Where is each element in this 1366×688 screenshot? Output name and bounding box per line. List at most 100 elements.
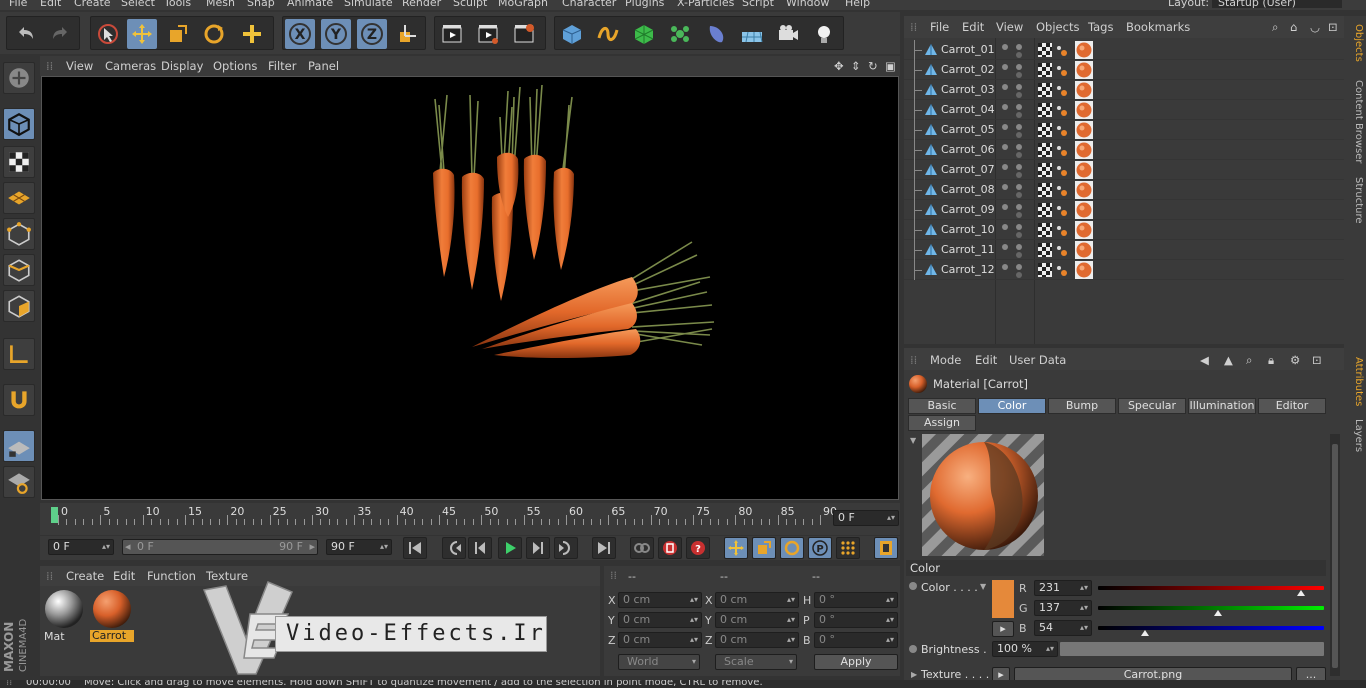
key-scale-icon[interactable] xyxy=(752,537,776,559)
key-rotation-icon[interactable] xyxy=(780,537,804,559)
apply-button[interactable]: Apply xyxy=(814,654,898,670)
timeline-window-icon[interactable] xyxy=(874,537,898,559)
start-frame-field[interactable]: 0 F ▴▾ xyxy=(48,539,114,555)
go-to-end-icon[interactable] xyxy=(592,537,616,559)
phong-tag-icon[interactable] xyxy=(1054,43,1068,57)
menu-sculpt[interactable]: Sculpt xyxy=(453,0,487,9)
viewport-maximize-icon[interactable]: ▣ xyxy=(885,59,896,73)
menu-script[interactable]: Script xyxy=(742,0,774,9)
material-tag-icon[interactable] xyxy=(1075,261,1093,279)
attributes-menu-edit[interactable]: Edit xyxy=(975,353,997,367)
next-frame-icon[interactable] xyxy=(526,537,550,559)
home-icon[interactable]: ⌂ xyxy=(1290,20,1297,34)
axis-mode-icon[interactable] xyxy=(3,338,35,370)
viewport-menu-display[interactable]: Display xyxy=(161,59,203,73)
workplane-mode-icon[interactable] xyxy=(3,182,35,214)
texture-expand-icon[interactable]: ▶ xyxy=(911,670,917,679)
uvw-tag-icon[interactable] xyxy=(1038,43,1052,57)
brightness-animate-dot[interactable] xyxy=(909,645,917,653)
spline-icon[interactable] xyxy=(593,19,623,49)
render-visibility-dot-2[interactable] xyxy=(1016,232,1022,238)
key-parameter-icon[interactable]: P xyxy=(808,537,832,559)
menu-animate[interactable]: Animate xyxy=(287,0,333,9)
render-visibility-dot[interactable] xyxy=(1016,244,1022,250)
objects-menu-tags[interactable]: Tags xyxy=(1088,20,1113,34)
3d-viewport[interactable] xyxy=(41,76,899,500)
coordinate-system-icon[interactable] xyxy=(393,19,423,49)
side-tab-structure[interactable]: Structure xyxy=(1346,172,1364,228)
play-forward-icon[interactable] xyxy=(498,537,522,559)
uvw-tag-icon[interactable] xyxy=(1038,63,1052,77)
phong-tag-icon[interactable] xyxy=(1054,183,1068,197)
model-mode-icon[interactable] xyxy=(3,108,35,140)
layout-select[interactable]: Startup (User) xyxy=(1212,0,1342,9)
menu-plugins[interactable]: Plugins xyxy=(625,0,664,9)
floor-icon[interactable] xyxy=(737,19,767,49)
r-slider-thumb[interactable] xyxy=(1297,590,1305,596)
render-visibility-dot[interactable] xyxy=(1016,64,1022,70)
new-window-icon[interactable]: ⊡ xyxy=(1328,20,1338,34)
lock-icon[interactable]: 🔒︎ xyxy=(1268,353,1274,368)
material-tag-icon[interactable] xyxy=(1075,201,1093,219)
editor-visibility-dot[interactable] xyxy=(1002,244,1008,250)
key-point-level-icon[interactable] xyxy=(836,537,860,559)
menu-window[interactable]: Window xyxy=(786,0,829,9)
menu-create[interactable]: Create xyxy=(74,0,111,9)
menu-help[interactable]: Help xyxy=(845,0,870,9)
editor-visibility-dot[interactable] xyxy=(1002,104,1008,110)
render-visibility-dot-2[interactable] xyxy=(1016,52,1022,58)
cloner-icon[interactable] xyxy=(665,19,695,49)
menu-xparticles[interactable]: X-Particles xyxy=(677,0,734,9)
object-row[interactable]: Carrot_03 xyxy=(904,80,1344,100)
uvw-tag-icon[interactable] xyxy=(1038,203,1052,217)
editor-visibility-dot[interactable] xyxy=(1002,44,1008,50)
r-value-field[interactable]: 231 ▴▾ xyxy=(1034,580,1092,596)
phong-tag-icon[interactable] xyxy=(1054,63,1068,77)
attributes-menu-user-data[interactable]: User Data xyxy=(1009,353,1066,367)
tab-illumination[interactable]: Illumination xyxy=(1188,398,1256,414)
render-visibility-dot-2[interactable] xyxy=(1016,132,1022,138)
uvw-tag-icon[interactable] xyxy=(1038,243,1052,257)
live-selection-icon[interactable] xyxy=(93,19,123,49)
points-mode-icon[interactable] xyxy=(3,218,35,250)
render-visibility-dot[interactable] xyxy=(1016,204,1022,210)
menu-simulate[interactable]: Simulate xyxy=(344,0,393,9)
previous-frame-icon[interactable] xyxy=(468,537,492,559)
preview-range-slider[interactable]: ◂ 0 F 90 F ▸ xyxy=(122,539,318,555)
motion-record-icon[interactable] xyxy=(630,537,654,559)
render-picture-viewer-icon[interactable] xyxy=(473,19,503,49)
render-visibility-dot-2[interactable] xyxy=(1016,192,1022,198)
rotate-icon[interactable] xyxy=(199,19,229,49)
scale-icon[interactable] xyxy=(163,19,193,49)
objects-menu-file[interactable]: File xyxy=(930,20,949,34)
side-tab-attributes[interactable]: Attributes xyxy=(1346,352,1364,412)
key-position-icon[interactable] xyxy=(724,537,748,559)
workplane-lock-icon[interactable] xyxy=(3,466,35,498)
make-editable-icon[interactable] xyxy=(3,62,35,94)
object-row[interactable]: Carrot_02 xyxy=(904,60,1344,80)
scrollbar-thumb[interactable] xyxy=(1332,444,1338,668)
go-to-start-icon[interactable] xyxy=(403,537,427,559)
r-slider[interactable] xyxy=(1098,586,1324,590)
render-visibility-dot[interactable] xyxy=(1016,44,1022,50)
phong-tag-icon[interactable] xyxy=(1054,163,1068,177)
object-row[interactable]: Carrot_06 xyxy=(904,140,1344,160)
z-axis-icon[interactable]: Z xyxy=(357,19,387,49)
viewport-menu-filter[interactable]: Filter xyxy=(268,59,296,73)
tab-assign[interactable]: Assign xyxy=(908,415,976,431)
size-x-field[interactable]: 0 cm ▴▾ xyxy=(715,592,799,608)
editor-visibility-dot[interactable] xyxy=(1002,164,1008,170)
object-row[interactable]: Carrot_10 xyxy=(904,220,1344,240)
object-row[interactable]: Carrot_04 xyxy=(904,100,1344,120)
render-visibility-dot[interactable] xyxy=(1016,144,1022,150)
material-tag-icon[interactable] xyxy=(1075,241,1093,259)
snap-magnet-icon[interactable] xyxy=(3,384,35,416)
editor-visibility-dot[interactable] xyxy=(1002,84,1008,90)
playhead[interactable] xyxy=(51,507,58,523)
uvw-tag-icon[interactable] xyxy=(1038,263,1052,277)
back-arrow-icon[interactable]: ◀ xyxy=(1200,353,1209,367)
search-icon[interactable]: ⌕ xyxy=(1246,353,1252,368)
camera-icon[interactable] xyxy=(773,19,803,49)
timeline-ruler[interactable]: 0 5 10 15 20 25 30 35 40 45 50 55 60 65 70 75 80 85 90 0 F… xyxy=(40,503,900,535)
position-z-field[interactable]: 0 cm ▴▾ xyxy=(618,632,702,648)
